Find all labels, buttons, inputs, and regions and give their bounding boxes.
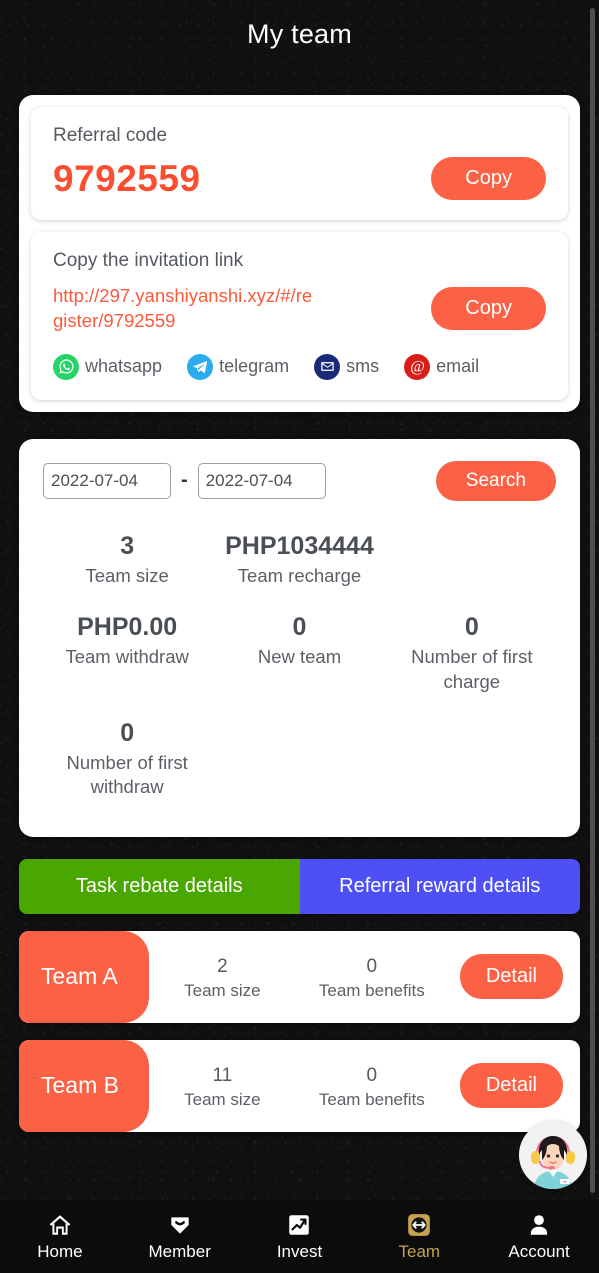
nav-item-team-label: Team <box>398 1241 441 1261</box>
referral-code-label: Referral code <box>53 125 168 146</box>
team-benefits: 0 Team benefits <box>319 1062 425 1111</box>
nav-item-home[interactable]: Home <box>0 1212 120 1262</box>
details-tabs: Task rebate details Referral reward deta… <box>19 858 580 914</box>
stat-label: Number of first withdraw <box>66 751 188 797</box>
share-sms[interactable]: sms <box>314 353 380 380</box>
date-search-row: - Search <box>31 451 568 501</box>
team-stats: 11 Team size 0 Team benefits <box>149 1062 460 1111</box>
stat-value: PHP1034444 <box>225 531 374 560</box>
stats-grid: 3 Team size PHP1034444 Team recharge PHP… <box>31 501 568 825</box>
team-size-value: 11 <box>212 1064 233 1086</box>
nav-item-invest[interactable]: Invest <box>240 1212 360 1262</box>
tab-referral-reward-details[interactable]: Referral reward details <box>299 858 580 914</box>
share-telegram[interactable]: telegram <box>187 353 290 380</box>
referral-code-row: 9792559 Copy <box>53 157 546 200</box>
invitation-link-value[interactable]: http://297.yanshiyanshi.xyz/#/register/9… <box>53 284 321 334</box>
team-size-label: Team size <box>184 1090 261 1110</box>
stat-first-withdraw: 0 Number of first withdraw <box>41 718 213 799</box>
page-header: My team <box>0 0 599 68</box>
search-button[interactable]: Search <box>435 460 556 501</box>
team-badge: Team A <box>19 930 149 1023</box>
team-badge: Team B <box>19 1039 149 1132</box>
heart-icon <box>167 1212 193 1238</box>
invitation-link-card: Copy the invitation link http://297.yans… <box>31 232 568 400</box>
stat-value: 3 <box>120 531 135 560</box>
team-icon <box>406 1212 432 1238</box>
customer-support-avatar[interactable] <box>519 1121 587 1189</box>
nav-item-member[interactable]: Member <box>120 1212 240 1262</box>
table-row[interactable]: Team B 11 Team size 0 Team benefits Deta… <box>19 1039 580 1132</box>
home-icon <box>47 1212 73 1238</box>
bottom-navigation: Home Member Invest Team Account <box>0 1200 599 1273</box>
nav-item-member-label: Member <box>148 1241 211 1261</box>
team-size-label: Team size <box>184 981 261 1001</box>
support-agent-icon <box>519 1121 587 1189</box>
share-whatsapp-label: whatsapp <box>85 356 163 377</box>
page-title: My team <box>247 18 352 49</box>
referral-code-card: Referral code 9792559 Copy <box>31 107 568 220</box>
nav-item-invest-label: Invest <box>276 1241 323 1261</box>
share-whatsapp[interactable]: whatsapp <box>53 353 163 380</box>
stat-label: Team size <box>85 565 169 587</box>
stat-value: PHP0.00 <box>77 613 178 642</box>
referral-panel: Referral code 9792559 Copy Copy the invi… <box>19 95 580 412</box>
team-size: 11 Team size <box>184 1062 261 1111</box>
sms-icon <box>314 353 341 380</box>
nav-item-home-label: Home <box>37 1241 83 1261</box>
team-detail-button[interactable]: Detail <box>459 1063 563 1109</box>
copy-invitation-link-button[interactable]: Copy <box>431 287 546 331</box>
team-badge-label: Team A <box>41 963 118 990</box>
date-range-separator: - <box>181 469 188 492</box>
nav-item-account-label: Account <box>508 1241 570 1261</box>
svg-text:@: @ <box>410 359 425 376</box>
telegram-icon <box>187 353 214 380</box>
stat-team-size: 3 Team size <box>41 531 213 588</box>
stat-label: Team recharge <box>237 565 362 587</box>
share-telegram-label: telegram <box>219 356 290 377</box>
team-benefits-label: Team benefits <box>318 1090 425 1110</box>
stat-value: 0 <box>120 718 135 747</box>
date-to-input[interactable] <box>197 462 326 499</box>
stat-team-recharge: PHP1034444 Team recharge <box>213 531 385 588</box>
team-benefits-value: 0 <box>366 1064 378 1086</box>
stat-value: 0 <box>464 613 479 642</box>
share-email-label: email <box>436 356 480 377</box>
whatsapp-icon <box>53 353 79 380</box>
scrollbar-thumb[interactable] <box>590 8 595 1193</box>
team-detail-button[interactable]: Detail <box>459 954 563 1000</box>
nav-item-account[interactable]: Account <box>479 1212 599 1262</box>
date-from-input[interactable] <box>43 462 171 499</box>
stat-label: Number of first charge <box>411 646 533 692</box>
team-stats-panel: - Search 3 Team size PHP1034444 Team rec… <box>19 438 580 837</box>
team-stats: 2 Team size 0 Team benefits <box>149 953 460 1002</box>
invitation-link-row: http://297.yanshiyanshi.xyz/#/register/9… <box>53 284 546 334</box>
stat-new-team: 0 New team <box>213 612 385 693</box>
team-benefits: 0 Team benefits <box>319 953 425 1002</box>
invitation-link-label: Copy the invitation link <box>53 250 244 271</box>
team-badge-label: Team B <box>41 1072 119 1099</box>
copy-referral-code-button[interactable]: Copy <box>431 157 546 200</box>
share-socials: whatsapp telegram sms @ email <box>53 353 546 380</box>
stat-value: 0 <box>292 613 307 642</box>
nav-item-team[interactable]: Team <box>359 1212 479 1262</box>
tab-task-rebate-details[interactable]: Task rebate details <box>19 858 300 914</box>
team-size-value: 2 <box>217 955 228 977</box>
referral-code-value: 9792559 <box>53 158 201 199</box>
team-size: 2 Team size <box>184 953 261 1002</box>
person-icon <box>526 1212 552 1238</box>
scroll-content: Referral code 9792559 Copy Copy the invi… <box>0 68 599 1200</box>
stat-team-withdraw: PHP0.00 Team withdraw <box>41 612 213 693</box>
table-row[interactable]: Team A 2 Team size 0 Team benefits Detai… <box>19 930 580 1023</box>
stat-label: New team <box>257 646 342 668</box>
team-benefits-label: Team benefits <box>318 981 425 1001</box>
stat-spacer <box>386 531 558 588</box>
app-root: My team Referral code 9792559 Copy Copy … <box>0 0 599 1273</box>
email-icon: @ <box>404 353 431 380</box>
stat-label: Team withdraw <box>65 646 189 668</box>
chart-icon <box>286 1212 312 1238</box>
share-sms-label: sms <box>346 356 380 377</box>
share-email[interactable]: @ email <box>404 353 480 380</box>
stat-first-charge: 0 Number of first charge <box>386 612 558 693</box>
team-benefits-value: 0 <box>366 955 378 977</box>
